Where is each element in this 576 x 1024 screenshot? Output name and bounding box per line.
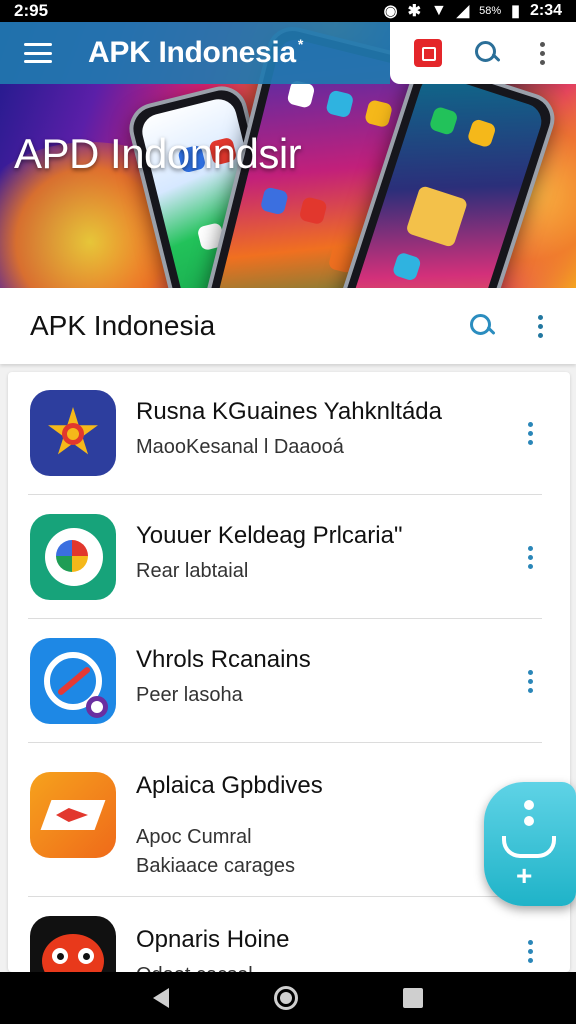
status-bar: 2:95 ◉ ✱ ▼ ◢ 58% ▮ 2:34 xyxy=(0,0,576,22)
hero-title: APD Indonndsir xyxy=(14,130,302,177)
list-item[interactable]: Opnaris Hoine Odaet cacsel xyxy=(8,916,570,972)
app-subtitle-2: Bakiaace carages xyxy=(136,855,295,877)
swirl-icon xyxy=(30,514,116,600)
divider xyxy=(28,742,542,743)
app-title: Aplaica Gpbdives xyxy=(136,772,323,799)
star-icon xyxy=(30,390,116,476)
compass-icon xyxy=(30,638,116,724)
owl-icon xyxy=(30,916,116,972)
home-icon[interactable] xyxy=(273,986,298,1010)
flag-icon[interactable] xyxy=(413,39,442,67)
wifi-icon: ▼ xyxy=(430,2,447,19)
app-title: Vhrols Rcanains xyxy=(136,646,311,673)
recent-apps-icon[interactable] xyxy=(403,988,424,1008)
app-subtitle: Apoc Cumral xyxy=(136,826,252,848)
more-icon xyxy=(524,800,534,826)
plus-icon: + xyxy=(516,860,533,891)
more-options-icon[interactable] xyxy=(530,314,550,338)
alarm-icon: ◉ xyxy=(383,3,398,20)
top-app-bar: APK Indonesia * xyxy=(0,22,576,84)
item-more-icon[interactable] xyxy=(520,670,540,693)
battery-icon: ▮ xyxy=(511,3,520,20)
title-mark: * xyxy=(297,36,303,52)
bluetooth-icon: ✱ xyxy=(407,3,421,20)
floating-action-button[interactable]: + xyxy=(484,782,576,906)
divider xyxy=(28,896,542,897)
signal-icon: ◢ xyxy=(456,3,470,20)
battery-percent: 58% xyxy=(479,5,502,17)
navigation-bar xyxy=(0,972,576,1024)
search-icon[interactable] xyxy=(473,39,501,67)
app-title: Opnaris Hoine xyxy=(136,926,290,953)
search-icon[interactable] xyxy=(468,312,496,340)
status-time-left: 2:95 xyxy=(14,1,49,20)
app-subtitle: Odaet cacsel xyxy=(136,964,289,972)
app-subtitle: Peer lasoha xyxy=(136,684,243,706)
item-more-icon[interactable] xyxy=(520,422,540,445)
list-item[interactable]: Youuer Keldeag Prlcaria" Rear labtaial xyxy=(8,514,570,624)
list-item[interactable]: Rusna KGuaines Yahknltáda MaooKesanal l … xyxy=(8,390,570,500)
divider xyxy=(28,618,542,619)
arrow-icon xyxy=(30,772,116,858)
status-time-right: 2:34 xyxy=(529,2,562,19)
app-title: Youuer Keldeag Prlcaria" xyxy=(136,522,403,549)
status-icons: ◉ ✱ ▼ ◢ 58% ▮ 2:34 xyxy=(384,1,562,21)
app-subtitle: Rear labtaial xyxy=(136,560,249,582)
tray-icon xyxy=(502,836,556,858)
divider xyxy=(28,494,542,495)
app-subtitle: MaooKesanal l Daaooá xyxy=(136,436,344,458)
back-icon[interactable] xyxy=(152,988,169,1008)
app-title: APK Indonesia * xyxy=(88,36,303,69)
menu-icon[interactable] xyxy=(24,43,52,63)
app-title: Rusna KGuaines Yahknltáda xyxy=(136,398,442,425)
section-header: APK Indonesia xyxy=(0,288,576,364)
section-title: APK Indonesia xyxy=(30,310,216,341)
item-more-icon[interactable] xyxy=(520,546,540,569)
app-list: Rusna KGuaines Yahknltáda MaooKesanal l … xyxy=(8,372,570,972)
more-options-icon[interactable] xyxy=(532,41,552,65)
item-more-icon[interactable] xyxy=(520,940,540,963)
list-item[interactable]: Vhrols Rcanains Peer lasoha xyxy=(8,638,570,748)
